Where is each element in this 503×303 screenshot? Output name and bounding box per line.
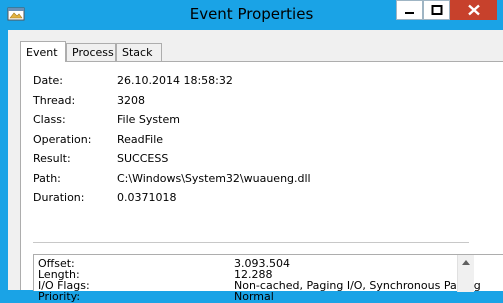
property-value: 3208 [117,94,145,107]
property-value: SUCCESS [117,152,169,165]
property-label: Date: [33,74,63,87]
event-properties-window: Event Properties Event Process Stack Dat… [0,0,503,303]
property-value: C:\Windows\System32\wuaueng.dll [117,172,311,185]
vertical-scrollbar[interactable] [457,255,474,292]
title-bar[interactable]: Event Properties [0,0,503,30]
close-icon [467,4,480,16]
minimize-button[interactable] [396,0,423,20]
maximize-button[interactable] [423,0,450,20]
minimize-icon [404,12,414,14]
property-value: File System [117,113,180,126]
detail-list-box[interactable]: Offset: 3.093.504 Length: 12.288 I/O Fla… [33,254,503,303]
detail-label: Priority: [38,290,81,303]
property-value: ReadFile [117,133,164,146]
maximize-icon [431,5,442,15]
property-label: Duration: [33,191,85,204]
property-label: Path: [33,172,61,185]
property-label: Operation: [33,133,92,146]
scroll-up-button[interactable] [458,255,474,271]
detail-value: Normal [234,290,274,303]
tab-stack[interactable]: Stack [116,43,162,61]
tab-process[interactable]: Process [66,43,116,61]
event-tab-panel: Date: 26.10.2014 18:58:32 Thread: 3208 C… [20,61,503,303]
property-label: Class: [33,113,66,126]
dialog-client-area: Event Process Stack Date: 26.10.2014 18:… [8,30,503,303]
property-value: 0.0371018 [117,191,177,204]
property-value: 26.10.2014 18:58:32 [117,74,233,87]
property-label: Result: [33,152,71,165]
tab-event[interactable]: Event [20,41,66,62]
close-button[interactable] [450,0,497,20]
chevron-up-icon [462,260,470,265]
separator-line [33,242,469,243]
property-label: Thread: [33,94,76,107]
